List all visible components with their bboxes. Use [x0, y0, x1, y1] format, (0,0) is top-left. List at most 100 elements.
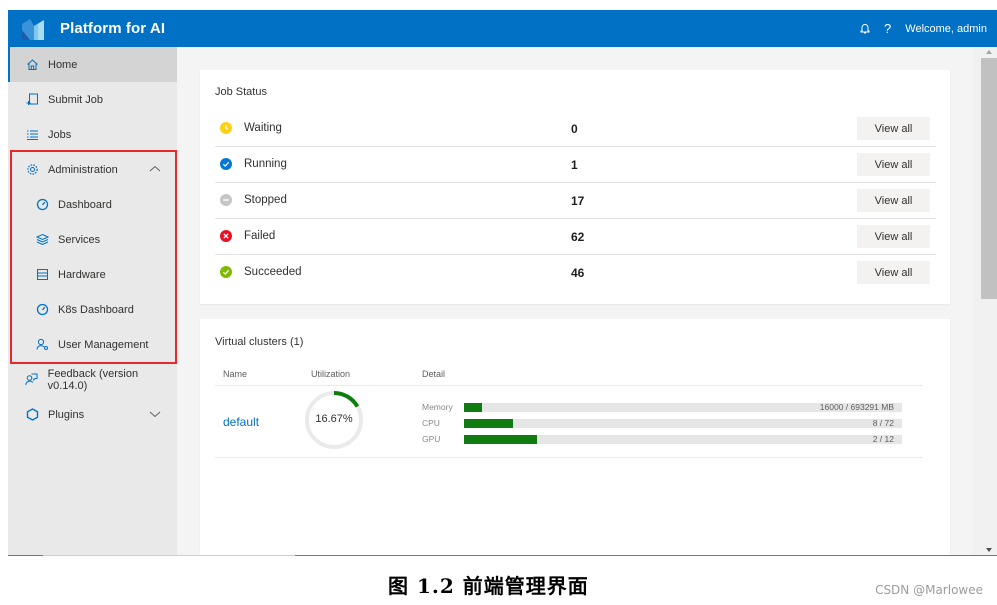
- sidebar-item-label: Feedback (version v0.14.0): [47, 367, 139, 392]
- stopped-status-icon: [220, 194, 232, 206]
- waiting-status-icon: [220, 122, 232, 134]
- chevron-up-icon[interactable]: [149, 163, 161, 175]
- gauge-icon: [35, 198, 49, 212]
- job-status-row-waiting: Waiting 0 View all: [215, 111, 936, 147]
- app-title: Platform for AI: [60, 20, 166, 37]
- column-header-utilization[interactable]: Utilization: [311, 369, 350, 379]
- table-icon: [35, 268, 49, 282]
- scroll-up-arrow-icon[interactable]: [986, 50, 992, 54]
- status-label: Stopped: [244, 194, 287, 206]
- list-icon: [25, 128, 39, 142]
- status-label: Running: [244, 158, 287, 170]
- topbar-actions: ? Welcome, admin: [856, 10, 987, 47]
- sidebar-item-label: Submit Job: [48, 93, 104, 106]
- view-all-failed-button[interactable]: View all: [857, 225, 930, 248]
- cpu-label: CPU: [422, 418, 440, 428]
- succeeded-status-icon: [220, 266, 232, 278]
- sidebar-item-label: Dashboard: [58, 198, 112, 211]
- status-count: 0: [571, 122, 578, 136]
- sidebar-item-home[interactable]: Home: [8, 47, 177, 82]
- header-divider: [215, 385, 923, 386]
- gauge-icon: [35, 303, 49, 317]
- view-all-succeeded-button[interactable]: View all: [857, 261, 930, 284]
- sidebar-item-label: Plugins: [48, 408, 85, 421]
- cluster-name-link[interactable]: default: [223, 415, 259, 429]
- memory-value: 16000 / 693291 MB: [819, 402, 894, 412]
- utilization-value: 16.67%: [315, 413, 353, 425]
- sidebar-item-label: K8s Dashboard: [58, 303, 134, 316]
- cpu-bar-fill: [464, 419, 513, 428]
- submit-job-icon: [25, 93, 39, 107]
- sidebar-item-user-management[interactable]: User Management: [8, 327, 177, 362]
- view-all-stopped-button[interactable]: View all: [857, 189, 930, 212]
- status-label: Succeeded: [244, 266, 302, 278]
- job-status-row-running: Running 1 View all: [215, 147, 936, 183]
- job-status-card: Job Status Waiting 0 View all Running 1 View …: [200, 70, 950, 304]
- sidebar-item-label: Home: [48, 58, 78, 71]
- scrollbar-thumb[interactable]: [981, 58, 997, 299]
- row-divider: [215, 457, 923, 458]
- help-icon[interactable]: ?: [884, 21, 891, 36]
- puzzle-icon: [25, 408, 39, 422]
- brand[interactable]: Platform for AI: [20, 10, 165, 47]
- watermark: CSDN @Marlowee: [875, 583, 983, 597]
- job-status-title: Job Status: [215, 86, 267, 98]
- failed-status-icon: [220, 230, 232, 242]
- chevron-down-icon[interactable]: [149, 408, 161, 420]
- scrollbar-segment: [8, 555, 43, 556]
- sidebar-item-dashboard[interactable]: Dashboard: [8, 187, 177, 222]
- sidebar-item-plugins[interactable]: Plugins: [8, 397, 177, 432]
- status-count: 17: [571, 194, 585, 208]
- vertical-scrollbar[interactable]: [973, 47, 997, 556]
- gpu-bar-fill: [464, 435, 537, 444]
- view-all-waiting-button[interactable]: View all: [857, 117, 930, 140]
- sidebar-item-label: User Management: [58, 338, 149, 351]
- job-status-row-stopped: Stopped 17 View all: [215, 183, 936, 219]
- app-window: Platform for AI ? Welcome, admin Home Su…: [8, 10, 997, 556]
- virtual-clusters-title: Virtual clusters (1): [215, 336, 304, 348]
- sidebar: Home Submit Job Jobs Administration Dash…: [8, 47, 177, 556]
- welcome-user[interactable]: Welcome, admin: [905, 23, 987, 35]
- column-header-detail[interactable]: Detail: [422, 369, 445, 379]
- status-count: 62: [571, 230, 585, 244]
- sidebar-item-label: Services: [58, 233, 101, 246]
- status-count: 46: [571, 266, 585, 280]
- running-status-icon: [220, 158, 232, 170]
- sidebar-item-feedback[interactable]: Feedback (version v0.14.0): [8, 362, 177, 397]
- stack-icon: [35, 233, 49, 247]
- virtual-clusters-card: Virtual clusters (1) Name Utilization De…: [200, 319, 950, 556]
- sidebar-item-hardware[interactable]: Hardware: [8, 257, 177, 292]
- status-count: 1: [571, 158, 578, 172]
- sidebar-item-label: Hardware: [58, 268, 106, 281]
- main-content: Job Status Waiting 0 View all Running 1 View …: [177, 47, 965, 556]
- gpu-label: GPU: [422, 434, 441, 444]
- gpu-value: 2 / 12: [872, 434, 894, 444]
- user-settings-icon: [35, 338, 49, 352]
- view-all-running-button[interactable]: View all: [857, 153, 930, 176]
- sidebar-item-services[interactable]: Services: [8, 222, 177, 257]
- job-status-row-failed: Failed 62 View all: [215, 219, 936, 255]
- column-header-name[interactable]: Name: [223, 369, 247, 379]
- scrollbar-segment: [295, 555, 997, 556]
- feedback-icon: [25, 373, 39, 387]
- sidebar-item-k8s-dashboard[interactable]: K8s Dashboard: [8, 292, 177, 327]
- sidebar-item-administration[interactable]: Administration: [8, 152, 177, 187]
- gpu-bar: 2 / 12: [464, 434, 902, 444]
- home-icon: [25, 58, 39, 72]
- sidebar-item-submit-job[interactable]: Submit Job: [8, 82, 177, 117]
- status-label: Failed: [244, 230, 276, 242]
- top-bar: Platform for AI ? Welcome, admin: [8, 10, 997, 47]
- horizontal-scrollbar[interactable]: [8, 555, 997, 556]
- memory-bar: 16000 / 693291 MB: [464, 402, 902, 412]
- sidebar-item-label: Administration: [48, 163, 118, 176]
- gear-icon: [25, 163, 39, 177]
- scroll-down-arrow-icon[interactable]: [986, 548, 992, 552]
- platform-logo: [22, 18, 44, 40]
- status-label: Waiting: [244, 122, 282, 134]
- sidebar-item-jobs[interactable]: Jobs: [8, 117, 177, 152]
- bell-icon[interactable]: [856, 20, 874, 38]
- memory-bar-fill: [464, 403, 482, 412]
- memory-label: Memory: [422, 402, 453, 412]
- sidebar-item-label: Jobs: [48, 128, 72, 141]
- figure-caption: 图 1.2 前端管理界面: [388, 574, 589, 598]
